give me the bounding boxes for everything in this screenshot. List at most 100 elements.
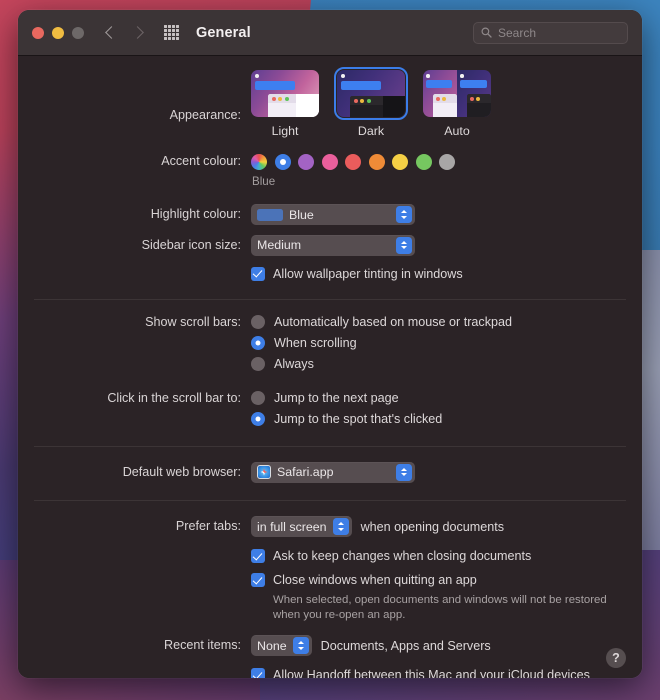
highlight-colour-value: Blue [289, 207, 314, 222]
handoff-checkbox[interactable] [251, 668, 265, 678]
recent-items-row: Recent items: None Documents, Apps and S… [18, 635, 642, 656]
close-windows-checkbox[interactable] [251, 573, 265, 587]
recent-items-suffix: Documents, Apps and Servers [320, 638, 491, 653]
highlight-colour-label: Highlight colour: [150, 207, 241, 221]
accent-swatch-blue[interactable] [274, 154, 291, 170]
default-browser-value: Safari.app [277, 465, 334, 479]
radio-next-page-label: Jump to the next page [274, 390, 399, 405]
appearance-row: Appearance: Light Dark Auto [18, 66, 642, 138]
safari-app-icon [257, 465, 271, 479]
accent-colour-row: Accent colour: Blue [18, 154, 642, 188]
default-browser-label: Default web browser: [122, 464, 241, 479]
ask-keep-changes-row: Ask to keep changes when closing documen… [18, 549, 642, 563]
sidebar-icon-size-select[interactable]: Medium [251, 234, 415, 256]
show-scroll-bars-label: Show scroll bars: [145, 314, 241, 329]
accent-swatch-pink[interactable] [321, 154, 338, 170]
navigation-arrows [105, 26, 144, 39]
help-button[interactable]: ? [606, 648, 626, 668]
appearance-option-auto[interactable]: Auto [423, 70, 491, 138]
accent-swatch-yellow[interactable] [392, 154, 408, 170]
prefer-tabs-suffix: when opening documents [360, 519, 505, 534]
search-field[interactable]: Search [473, 21, 628, 44]
show-all-grid-icon[interactable] [164, 25, 179, 40]
appearance-thumbnail-dark[interactable] [333, 66, 409, 121]
close-button[interactable] [32, 26, 44, 39]
handoff-row: Allow Handoff between this Mac and your … [18, 668, 642, 678]
scrollclick-option-spot-clicked[interactable]: Jump to the spot that's clicked [251, 411, 642, 426]
recent-items-label: Recent items: [164, 638, 241, 652]
wallpaper-tinting-checkbox[interactable] [251, 266, 265, 281]
minimize-button[interactable] [52, 26, 64, 39]
chevron-updown-icon[interactable] [332, 518, 349, 535]
wallpaper-tinting-checkbox-row[interactable]: Allow wallpaper tinting in windows [251, 266, 642, 281]
divider [34, 298, 626, 300]
appearance-label-light: Light [271, 124, 299, 138]
radio-always[interactable] [251, 356, 265, 371]
accent-swatch-orange[interactable] [368, 154, 385, 170]
show-scroll-bars-row: Show scroll bars: Automatically based on… [18, 314, 642, 378]
chevron-updown-icon[interactable] [396, 206, 412, 223]
traffic-lights [32, 26, 84, 39]
forward-icon[interactable] [131, 26, 144, 39]
prefer-tabs-value: in full screen [257, 519, 327, 534]
radio-spot-clicked[interactable] [251, 411, 265, 426]
scrollclick-option-next-page[interactable]: Jump to the next page [251, 390, 642, 405]
radio-when-scrolling[interactable] [251, 335, 265, 350]
prefer-tabs-label: Prefer tabs: [175, 519, 241, 533]
divider [34, 500, 626, 501]
appearance-label-auto: Auto [444, 124, 470, 138]
default-browser-select[interactable]: Safari.app [251, 461, 415, 483]
chevron-updown-icon[interactable] [396, 236, 412, 254]
radio-automatic-label: Automatically based on mouse or trackpad [274, 314, 513, 329]
window-toolbar: General Search [18, 10, 642, 56]
close-windows-label: Close windows when quitting an app [273, 573, 477, 587]
highlight-colour-select[interactable]: Blue [251, 204, 415, 225]
prefer-tabs-select[interactable]: in full screen [251, 516, 352, 537]
scrollbar-option-when-scrolling[interactable]: When scrolling [251, 335, 642, 350]
close-windows-row: Close windows when quitting an app When … [18, 573, 642, 623]
wallpaper-tinting-row: Allow wallpaper tinting in windows [18, 266, 642, 281]
appearance-label: Appearance: [169, 108, 241, 122]
accent-swatches [251, 154, 642, 170]
highlight-colour-row: Highlight colour: Blue [18, 204, 642, 226]
handoff-label: Allow Handoff between this Mac and your … [273, 668, 590, 678]
scrollbar-option-automatic[interactable]: Automatically based on mouse or trackpad [251, 314, 642, 329]
sidebar-icon-size-row: Sidebar icon size: Medium [18, 234, 642, 256]
appearance-option-dark[interactable]: Dark [333, 66, 409, 138]
scroll-bar-click-label: Click in the scroll bar to: [107, 390, 241, 405]
zoom-button[interactable] [72, 26, 84, 39]
handoff-checkbox-row[interactable]: Allow Handoff between this Mac and your … [251, 668, 642, 678]
scroll-bar-click-row: Click in the scroll bar to: Jump to the … [18, 390, 642, 433]
accent-swatch-purple[interactable] [298, 154, 314, 170]
chevron-updown-icon[interactable] [292, 637, 309, 654]
search-icon [481, 27, 492, 38]
search-placeholder: Search [498, 25, 537, 40]
radio-spot-clicked-label: Jump to the spot that's clicked [274, 411, 443, 426]
close-windows-checkbox-row[interactable]: Close windows when quitting an app [251, 573, 642, 587]
back-icon[interactable] [105, 26, 118, 39]
prefer-tabs-row: Prefer tabs: in full screen when opening… [18, 516, 642, 537]
accent-swatch-multicolour[interactable] [251, 154, 267, 170]
chevron-updown-icon[interactable] [396, 463, 412, 481]
default-browser-row: Default web browser: Safari.app [18, 461, 642, 485]
accent-colour-label: Accent colour: [161, 154, 241, 168]
radio-next-page[interactable] [251, 390, 265, 405]
system-preferences-window: General Search Appearance: Light Dark Au… [18, 10, 642, 678]
wallpaper-tinting-label: Allow wallpaper tinting in windows [273, 266, 463, 281]
sidebar-icon-size-value: Medium [257, 238, 302, 252]
accent-swatch-green[interactable] [415, 154, 432, 170]
ask-keep-changes-label: Ask to keep changes when closing documen… [273, 549, 532, 563]
ask-keep-changes-checkbox-row[interactable]: Ask to keep changes when closing documen… [251, 549, 642, 563]
radio-always-label: Always [274, 356, 314, 371]
accent-swatch-red[interactable] [345, 154, 361, 170]
appearance-thumbnail-auto[interactable] [423, 70, 491, 117]
recent-items-select[interactable]: None [251, 635, 312, 656]
ask-keep-changes-checkbox[interactable] [251, 549, 265, 563]
appearance-option-light[interactable]: Light [251, 70, 319, 138]
accent-swatch-graphite[interactable] [439, 154, 455, 170]
close-windows-helper-text: When selected, open documents and window… [273, 594, 607, 621]
radio-automatic[interactable] [251, 314, 265, 329]
appearance-thumbnail-light[interactable] [251, 70, 319, 117]
scrollbar-option-always[interactable]: Always [251, 356, 642, 371]
accent-selected-name: Blue [252, 175, 276, 188]
